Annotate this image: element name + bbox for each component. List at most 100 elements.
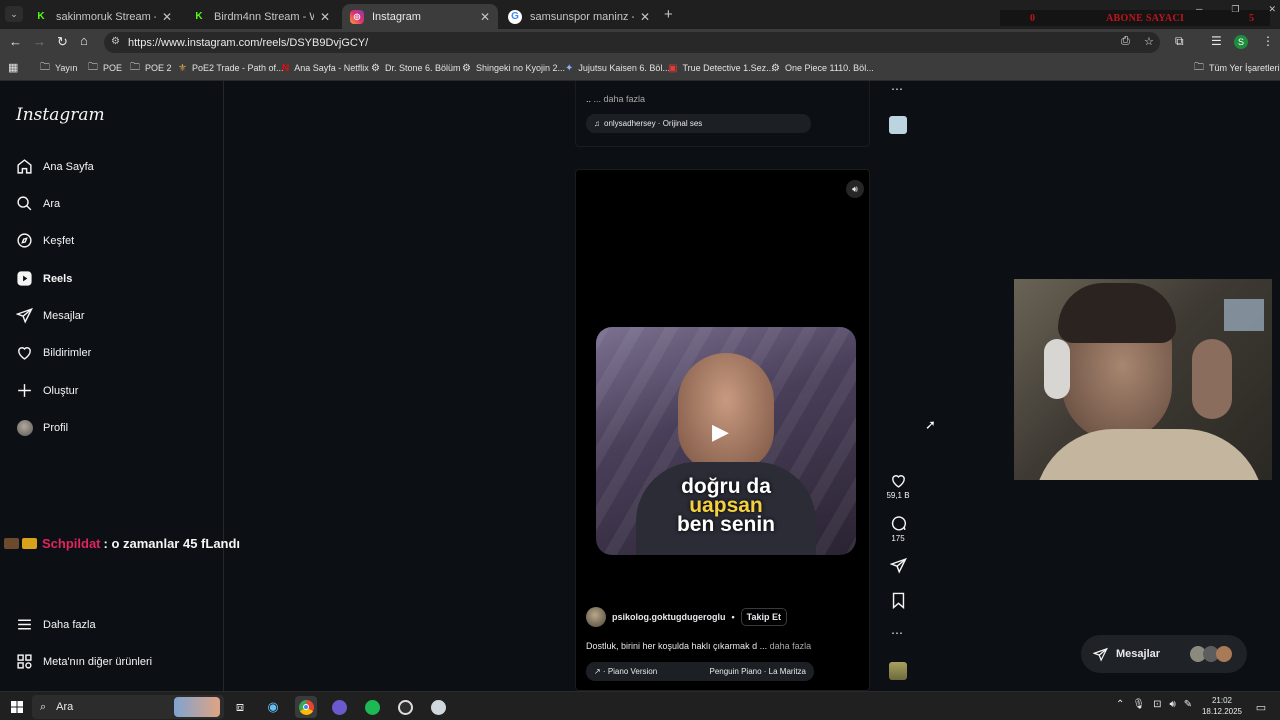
clock[interactable]: 21:02 18.12.2025	[1199, 695, 1245, 717]
bookmark-shingeki[interactable]: ⚙ Shingeki no Kyojin 2...	[462, 56, 565, 80]
volume-icon[interactable]: 🔊︎	[1169, 699, 1175, 710]
reel-thumbnail[interactable]: ▶ doğru da uapsan ben senin	[596, 327, 856, 555]
sidebar-item-reels[interactable]: Reels	[16, 270, 72, 287]
close-icon[interactable]: ✕	[480, 10, 490, 24]
close-icon[interactable]: ✕	[320, 10, 330, 24]
close-window-icon[interactable]: ✕	[1268, 4, 1276, 15]
heart-icon	[891, 475, 905, 488]
extensions-icon[interactable]: ⧉	[1175, 34, 1184, 49]
chrome-icon[interactable]	[295, 696, 317, 718]
apps-icon[interactable]: ▦	[8, 61, 18, 74]
new-tab-button[interactable]: +	[664, 6, 673, 23]
forward-icon[interactable]: →	[33, 34, 46, 49]
share-button[interactable]	[888, 557, 908, 574]
bookmark-one-piece[interactable]: ⚙ One Piece 1110. Böl...	[771, 56, 874, 80]
reload-icon[interactable]: ↻	[57, 34, 68, 50]
messages-icon	[1093, 647, 1108, 662]
spotify-icon[interactable]	[361, 696, 383, 718]
bookmark-netflix[interactable]: N Ana Sayfa - Netflix	[282, 56, 369, 80]
audio-pill[interactable]: ↗ · Piano Version Penguin Piano · La Mar…	[586, 662, 814, 681]
sound-icon[interactable]: 🔊︎	[846, 180, 864, 198]
install-icon[interactable]: ⎙	[1121, 35, 1130, 48]
sidebar-item-profile[interactable]: Profil	[16, 419, 68, 436]
counter-label: ABONE SAYACI	[1106, 12, 1185, 24]
play-icon[interactable]: ▶	[712, 419, 729, 445]
more-options-icon[interactable]: ⋯	[891, 82, 903, 96]
tab-search-button[interactable]: ⌄	[5, 6, 23, 22]
media-icon[interactable]: ☰	[1211, 34, 1222, 48]
audio-thumb[interactable]	[889, 662, 907, 680]
instagram-logo[interactable]: Instagram	[16, 105, 105, 125]
home-icon	[16, 158, 33, 175]
sidebar-item-create[interactable]: Oluştur	[16, 382, 78, 399]
tab-instagram[interactable]: ◎ Instagram ✕	[342, 4, 498, 29]
compass-icon	[16, 232, 33, 249]
obs-icon[interactable]	[394, 696, 416, 718]
address-bar[interactable]: ⚙ https://www.instagram.com/reels/DSYB9D…	[104, 32, 1160, 53]
avatar	[1216, 646, 1232, 662]
minimize-icon[interactable]: ─	[1196, 4, 1202, 15]
previous-caption: .. ... daha fazla	[586, 94, 646, 104]
more-options-icon[interactable]: ⋯	[891, 626, 903, 640]
bookmark-poe2-trade[interactable]: ⚜ PoE2 Trade - Path of...	[178, 56, 284, 80]
bookmark-poe2[interactable]: 🗀 POE 2	[130, 56, 172, 80]
avatar[interactable]	[586, 607, 606, 627]
task-view-icon[interactable]: ⧈	[229, 696, 251, 718]
chevron-up-icon[interactable]: ⌃	[1116, 699, 1124, 710]
all-bookmarks[interactable]: 🗀 Tüm Yer İşaretleri	[1194, 56, 1280, 80]
windows-start-icon[interactable]	[6, 696, 28, 718]
post-username[interactable]: psikolog.goktugdugeroglu	[612, 612, 726, 622]
search-icon: ⌕	[40, 700, 47, 713]
sidebar-item-more[interactable]: Daha fazla	[16, 616, 96, 633]
streamer-shoulder	[1034, 429, 1264, 480]
close-icon[interactable]: ✕	[162, 10, 172, 24]
sidebar-item-messages[interactable]: Mesajlar	[16, 307, 85, 324]
sidebar-item-explore[interactable]: Keşfet	[16, 232, 74, 249]
kick-icon: K	[34, 9, 48, 24]
comment-button[interactable]: 175	[888, 515, 908, 543]
sidebar-item-notifications[interactable]: Bildirimler	[16, 344, 91, 361]
date: 18.12.2025	[1201, 707, 1243, 716]
bookmark-poe[interactable]: 🗀 POE	[88, 56, 122, 80]
site-info-icon[interactable]: ⚙	[111, 36, 120, 47]
previous-audio-thumb[interactable]	[889, 116, 907, 134]
notification-icon[interactable]: ▭	[1250, 696, 1272, 718]
like-count: 59,1 B	[886, 491, 910, 500]
app-icon[interactable]	[427, 696, 449, 718]
folder-icon: 🗀	[130, 61, 140, 73]
bookmark-jujutsu[interactable]: ✦ Jujutsu Kaisen 6. Böl...	[565, 56, 670, 80]
sidebar-item-meta[interactable]: Meta'nın diğer ürünleri	[16, 653, 152, 670]
bookmark-true-detective[interactable]: ▣ True Detective 1.Sez...	[668, 56, 774, 80]
pen-icon[interactable]: ✎	[1184, 699, 1192, 710]
follow-button[interactable]: Takip Et	[740, 608, 787, 626]
steam-icon[interactable]: ◉	[262, 696, 284, 718]
page-scrollbar[interactable]	[1272, 81, 1280, 691]
previous-reel-card: .. ... daha fazla ♫ onlysadhersey · Orij…	[575, 81, 870, 147]
bookmark-yayin[interactable]: 🗀 Yayın	[40, 56, 77, 80]
messages-float-button[interactable]: Mesajlar	[1081, 635, 1247, 673]
sidebar-item-home[interactable]: Ana Sayfa	[16, 158, 94, 175]
maximize-icon[interactable]: ❐	[1231, 4, 1239, 15]
taskbar-search[interactable]: ⌕ Ara	[32, 695, 224, 719]
home-icon[interactable]: ⌂	[80, 33, 88, 48]
like-button[interactable]: 59,1 B	[886, 472, 910, 500]
app-icon[interactable]	[328, 696, 350, 718]
tab-sakinmoruk[interactable]: K sakinmoruk Stream - Watch Live ✕	[26, 4, 180, 29]
menu-icon[interactable]: ⋮	[1262, 34, 1274, 48]
network-icon[interactable]: ⊡	[1153, 699, 1161, 710]
tab-google[interactable]: G samsunspor maninz - Google'da ✕	[500, 4, 658, 29]
bookmark-icon	[892, 592, 904, 609]
caption-more-link[interactable]: daha fazla	[770, 641, 812, 651]
reel-video[interactable]: 🔊︎ ▶ doğru da uapsan ben senin psikolog.…	[575, 169, 870, 691]
tab-birdm4nn[interactable]: K Birdm4nn Stream - Watch Live ✕	[184, 4, 338, 29]
sidebar-item-search[interactable]: Ara	[16, 195, 60, 212]
close-icon[interactable]: ✕	[640, 10, 650, 24]
save-button[interactable]	[888, 592, 908, 609]
back-icon[interactable]: ←	[9, 34, 22, 49]
previous-audio-pill[interactable]: ♫ onlysadhersey · Orijinal ses	[586, 114, 811, 133]
plus-icon	[16, 382, 33, 399]
avatar[interactable]: S	[1234, 35, 1248, 49]
star-icon[interactable]: ☆	[1144, 35, 1154, 48]
bookmark-dr-stone[interactable]: ⚙ Dr. Stone 6. Bölüm	[371, 56, 461, 80]
microphone-icon[interactable]: 🎙︎	[1132, 699, 1145, 710]
